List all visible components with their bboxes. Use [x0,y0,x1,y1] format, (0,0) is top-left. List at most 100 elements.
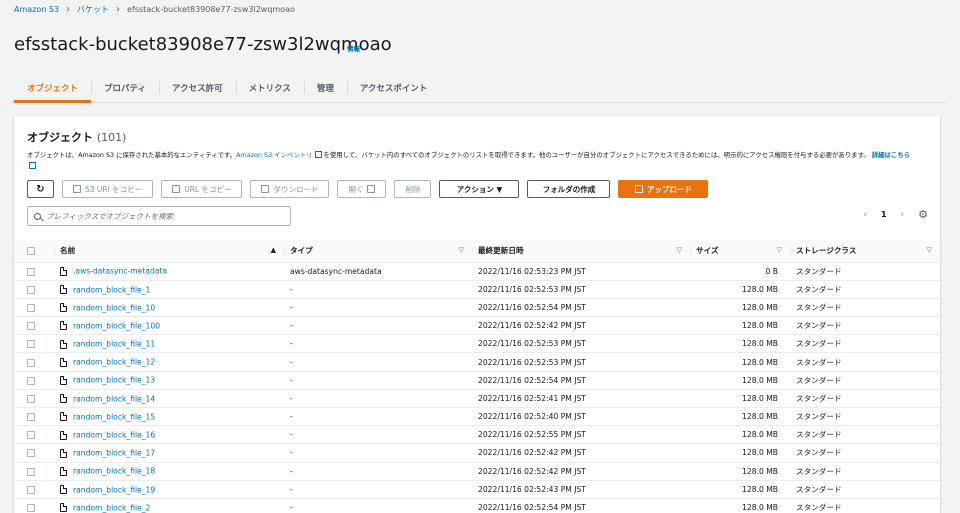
page-number[interactable]: 1 [881,210,887,219]
tab-permissions[interactable]: アクセス許可 [159,73,236,102]
pagination: ‹ 1 › ⚙ [863,208,928,221]
copy-icon [73,185,81,193]
actions-dropdown[interactable]: アクション ▼ [439,180,520,198]
sort-icon: ▽ [776,246,782,254]
object-name-link[interactable]: random_block_file_16 [73,431,155,440]
tab-objects[interactable]: オブジェクト [14,73,92,103]
table-row: random_block_file_19 - 2022/11/16 02:52:… [14,480,940,499]
tab-properties[interactable]: プロパティ [91,73,159,102]
upload-label: アップロード [646,184,692,194]
table-header-row: 名前 ▲ タイプ ▽ 最終更新日時 ▽ サイズ ▽ ストレージクラス ▽ [14,240,940,263]
name-cell: random_block_file_11 [54,334,284,354]
file-icon [60,285,67,295]
table-row: random_block_file_10 - 2022/11/16 02:52:… [14,298,940,318]
type-cell: - [284,352,472,372]
desc-text-2: を使用して、バケット内のすべてのオブジェクトのリストを取得できます。他のユーザー… [323,151,870,159]
row-checkbox[interactable] [27,340,35,349]
object-name-link[interactable]: random_block_file_14 [73,394,155,403]
object-name-link[interactable]: random_block_file_10 [73,303,155,312]
col-name-header[interactable]: 名前 ▲ [54,240,284,263]
row-checkbox[interactable] [27,267,35,276]
breadcrumb-current-bucket: efsstack-bucket83908e77-zsw3l2wqmoao [127,5,295,14]
delete-button[interactable]: 削除 [394,180,432,198]
col-type-header[interactable]: タイプ ▽ [284,240,472,263]
table-row: random_block_file_12 - 2022/11/16 02:52:… [14,352,940,372]
col-storage-header[interactable]: ストレージクラス ▽ [790,240,940,263]
external-link-icon [29,162,36,169]
type-cell: - [284,298,472,318]
breadcrumb-buckets[interactable]: バケット [77,4,109,15]
inventory-link[interactable]: Amazon S3 インベントリ [236,151,312,159]
row-checkbox[interactable] [27,485,35,494]
name-cell: random_block_file_17 [54,443,284,463]
object-name-link[interactable]: random_block_file_1 [73,285,150,294]
file-icon [60,503,67,513]
col-type-label: タイプ [290,246,313,256]
copy-url-label: URL をコピー [184,184,232,194]
objects-title-label: オブジェクト [27,131,93,144]
object-name-link[interactable]: random_block_file_2 [73,503,150,512]
size-cell: 128.0 MB [690,280,790,299]
row-checkbox[interactable] [27,504,35,513]
row-select-cell [14,316,54,336]
object-name-link[interactable]: random_block_file_17 [73,449,155,458]
object-name-link[interactable]: random_block_file_11 [73,340,155,349]
row-checkbox[interactable] [27,394,35,403]
learn-more-link[interactable]: 詳細はこちら [872,151,910,159]
row-select-cell [14,443,54,463]
tab-access-points[interactable]: アクセスポイント [346,73,441,102]
chevron-right-icon[interactable]: › [901,210,905,220]
objects-count: (101) [96,131,127,144]
object-name-link[interactable]: random_block_file_100 [73,321,160,330]
row-checkbox[interactable] [27,376,35,385]
select-all-cell [14,240,54,263]
modified-cell: 2022/11/16 02:52:40 PM JST [472,407,690,427]
row-checkbox[interactable] [27,285,35,294]
objects-header: オブジェクト (101) オブジェクトは、Amazon S3 に保存された基本的… [27,129,927,172]
chevron-left-icon[interactable]: ‹ [863,210,867,220]
row-checkbox[interactable] [27,449,35,458]
file-icon [60,466,67,476]
info-link[interactable]: 情報 [347,43,360,53]
upload-button[interactable]: アップロード [618,180,709,198]
modified-cell: 2022/11/16 02:52:53 PM JST [472,352,690,372]
table-row: random_block_file_1 - 2022/11/16 02:52:5… [14,280,940,299]
object-name-link[interactable]: random_block_file_12 [73,358,155,367]
object-name-link[interactable]: random_block_file_13 [73,376,155,385]
col-modified-header[interactable]: 最終更新日時 ▽ [472,240,690,263]
object-name-link[interactable]: .aws-datasync-metadata [73,267,167,276]
copy-url-button[interactable]: URL をコピー [161,180,243,198]
table-row: .aws-datasync-metadata aws-datasync-meta… [14,262,940,281]
select-all-checkbox[interactable] [27,247,35,256]
row-checkbox[interactable] [27,413,35,422]
breadcrumb-amazon-s3[interactable]: Amazon S3 [14,5,59,14]
gear-icon[interactable]: ⚙ [918,208,928,221]
col-size-header[interactable]: サイズ ▽ [690,240,790,263]
object-name-link[interactable]: random_block_file_19 [73,485,155,494]
search-input[interactable] [46,211,286,221]
open-button[interactable]: 開く [337,180,387,198]
chevron-right-icon: › [66,4,71,15]
objects-panel: オブジェクト (101) オブジェクトは、Amazon S3 に保存された基本的… [14,116,940,513]
copy-icon [172,185,181,193]
refresh-button[interactable]: ↻ [27,180,54,198]
row-checkbox[interactable] [27,358,35,367]
copy-s3-uri-button[interactable]: S3 URI をコピー [62,180,154,198]
table-row: random_block_file_15 - 2022/11/16 02:52:… [14,407,940,427]
object-name-link[interactable]: random_block_file_18 [73,467,155,476]
download-button[interactable]: ダウンロード [250,180,330,198]
external-link-icon [314,151,322,158]
tab-management[interactable]: 管理 [303,73,347,102]
object-name-link[interactable]: random_block_file_15 [73,412,155,421]
file-icon [60,412,67,422]
row-checkbox[interactable] [27,467,35,476]
row-checkbox[interactable] [27,431,35,440]
desc-text-1: オブジェクトは、Amazon S3 に保存された基本的なエンティティです。 [27,151,237,159]
row-select-cell [14,280,54,299]
name-cell: random_block_file_13 [54,371,284,390]
tab-metrics[interactable]: メトリクス [235,73,304,102]
row-checkbox[interactable] [27,322,35,331]
row-checkbox[interactable] [27,303,35,312]
row-select-cell [14,298,54,318]
create-folder-button[interactable]: フォルダの作成 [527,180,611,198]
